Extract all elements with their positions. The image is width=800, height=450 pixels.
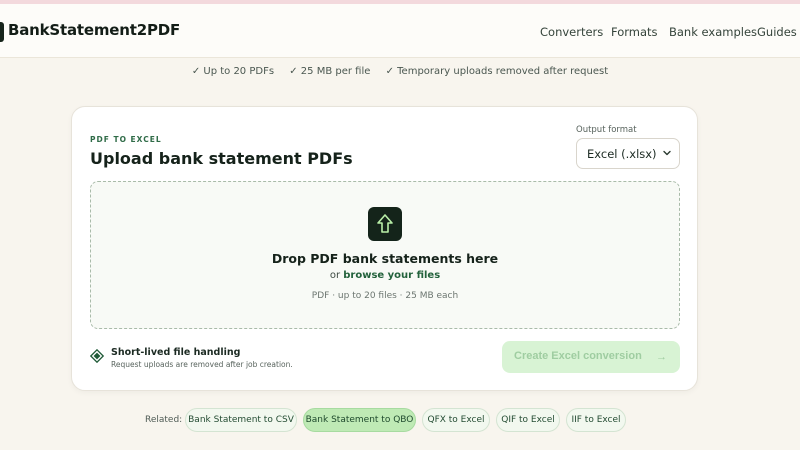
output-format-value: Excel (.xlsx)	[587, 147, 657, 161]
related-label: Related:	[145, 415, 183, 425]
logo-icon	[0, 22, 4, 42]
related-chip-iif-to-excel[interactable]: IIF to Excel	[566, 408, 626, 432]
create-excel-conversion-button[interactable]: Create Excel conversion →	[502, 341, 680, 373]
related-chip-qif-to-excel[interactable]: QIF to Excel	[496, 408, 560, 432]
arrow-right-icon: →	[656, 351, 667, 363]
feature-item: ✓ Temporary uploads removed after reques…	[385, 66, 609, 77]
feature-list: ✓ Up to 20 PDFs ✓ 25 MB per file ✓ Tempo…	[0, 66, 800, 77]
output-format-label: Output format	[576, 125, 637, 135]
chevron-down-icon	[663, 150, 671, 156]
feature-item: ✓ Up to 20 PDFs	[191, 66, 275, 77]
related-chip-bank-statement-to-csv[interactable]: Bank Statement to CSV	[185, 408, 297, 432]
upload-card: PDF TO EXCEL Upload bank statement PDFs …	[71, 106, 698, 391]
output-format-select[interactable]: Excel (.xlsx)	[576, 138, 680, 169]
upload-arrow-icon	[368, 207, 402, 241]
feature-item: ✓ 25 MB per file	[289, 66, 371, 77]
or-text: or	[329, 270, 341, 281]
file-dropzone[interactable]: Drop PDF bank statements here or browse …	[90, 181, 680, 329]
card-title: Upload bank statement PDFs	[90, 149, 353, 168]
file-handling-title: Short-lived file handling	[111, 347, 241, 358]
site-header: BankStatement2PDF Converters Formats Ban…	[0, 4, 800, 58]
browse-files-link[interactable]: browse your files	[343, 270, 440, 281]
diamond-shield-icon	[90, 349, 104, 363]
nav-guides[interactable]: Guides	[757, 25, 797, 39]
dropzone-hint: PDF · up to 20 files · 25 MB each	[311, 291, 459, 301]
related-chip-qfx-to-excel[interactable]: QFX to Excel	[422, 408, 490, 432]
nav-bank-examples[interactable]: Bank examples	[669, 25, 757, 39]
dropzone-browse-line: or browse your files	[91, 270, 679, 281]
nav-converters[interactable]: Converters	[540, 25, 603, 39]
dropzone-title: Drop PDF bank statements here	[271, 251, 499, 266]
related-chip-bank-statement-to-qbo[interactable]: Bank Statement to QBO	[303, 408, 416, 432]
nav-formats[interactable]: Formats	[611, 25, 658, 39]
cta-label: Create Excel conversion	[514, 350, 642, 362]
brand-logo-text[interactable]: BankStatement2PDF	[8, 21, 180, 39]
file-handling-subtitle: Request uploads are removed after job cr…	[111, 360, 293, 369]
eyebrow-label: PDF TO EXCEL	[90, 135, 162, 144]
